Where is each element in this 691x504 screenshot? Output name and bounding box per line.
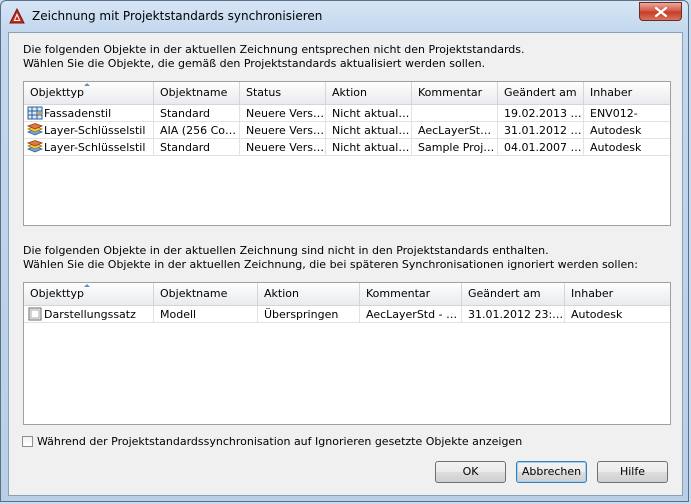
show-ignored-option[interactable]: Während der Projektstandardssynchronisat… [22,435,522,448]
cell-aktion[interactable]: Nicht aktuali… [326,139,412,156]
column-header-inhaber[interactable]: Inhaber [584,82,670,104]
autocad-app-icon [9,8,25,24]
table-row[interactable]: Layer-Schlüsselstil Standard Neuere Vers… [24,139,670,156]
cell-geaendert-am: 31.01.2012 … [498,122,584,139]
cell-objektname: Standard [154,105,240,122]
sort-ascending-icon [84,284,90,287]
close-icon [655,7,667,17]
column-header-inhaber[interactable]: Inhaber [565,283,670,305]
column-header-status[interactable]: Status [240,82,326,104]
column-header-kommentar[interactable]: Kommentar [412,82,498,104]
cell-geaendert-am: 19.02.2013 … [498,105,584,122]
cell-objekttyp: Layer-Schlüsselstil [44,124,146,137]
cancel-button[interactable]: Abbrechen [516,461,587,483]
cell-objekttyp: Fassadenstil [44,107,112,120]
table-row[interactable]: Fassadenstil Standard Neuere Version Nic… [24,105,670,122]
cell-aktion[interactable]: Nicht aktuali… [326,105,412,122]
close-button[interactable] [639,2,682,21]
cell-status: Neuere Version [240,139,326,156]
cell-kommentar: AecLayerStd - 2… [360,306,462,323]
cell-inhaber: Autodesk [584,139,670,156]
section1-line1: Die folgenden Objekte in der aktuellen Z… [23,43,525,56]
cell-objekttyp: Layer-Schlüsselstil [44,141,146,154]
column-header-objekttyp[interactable]: Objekttyp [24,82,154,104]
cell-inhaber: Autodesk [584,122,670,139]
dialog-client-area: Die folgenden Objekte in der aktuellen Z… [8,32,683,496]
column-header-aktion[interactable]: Aktion [258,283,360,305]
sort-ascending-icon [84,83,90,86]
section2-line1: Die folgenden Objekte in der aktuellen Z… [23,244,549,257]
section1-line2: Wählen Sie die Objekte, die gemäß den Pr… [23,57,486,70]
dialog-window: Zeichnung mit Projektstandards synchroni… [0,0,689,502]
table-header: Objekttyp Objektname Aktion Kommentar Ge… [24,283,670,306]
cell-objektname: Standard [154,139,240,156]
column-header-objektname[interactable]: Objektname [154,82,240,104]
section2-line2: Wählen Sie die Objekte in der aktuellen … [23,258,638,271]
cell-aktion[interactable]: Überspringen [258,306,360,323]
show-ignored-checkbox[interactable] [22,436,33,447]
help-button[interactable]: Hilfe [597,461,668,483]
window-title: Zeichnung mit Projektstandards synchroni… [32,9,323,23]
cell-inhaber: Autodesk [565,306,670,323]
table-row[interactable]: Darstellungssatz Modell Überspringen Aec… [24,306,670,323]
title-bar[interactable]: Zeichnung mit Projektstandards synchroni… [1,1,688,31]
ok-button[interactable]: OK [435,461,506,483]
cell-objekttyp: Darstellungssatz [44,308,136,321]
cell-status: Neuere Version [240,105,326,122]
table-row[interactable]: Layer-Schlüsselstil AIA (256 Col… Neuere… [24,122,670,139]
cell-geaendert-am: 31.01.2012 23:… [462,306,565,323]
cell-kommentar: Sample Proje… [412,139,498,156]
column-header-aktion[interactable]: Aktion [326,82,412,104]
cell-inhaber: ENV012- [584,105,670,122]
show-ignored-label: Während der Projektstandardssynchronisat… [37,435,523,448]
layer-key-style-icon [27,123,43,136]
nonconforming-objects-table[interactable]: Objekttyp Objektname Status Aktion Komme… [23,81,671,226]
column-header-geaendert-am[interactable]: Geändert am [498,82,584,104]
cell-objektname: Modell [154,306,258,323]
cell-geaendert-am: 04.01.2007 … [498,139,584,156]
column-header-kommentar[interactable]: Kommentar [360,283,462,305]
column-header-objektname[interactable]: Objektname [154,283,258,305]
layer-key-style-icon [27,140,43,153]
table-header: Objekttyp Objektname Status Aktion Komme… [24,82,670,105]
cell-objektname: AIA (256 Col… [154,122,240,139]
facade-style-icon [27,106,43,120]
cell-aktion[interactable]: Nicht aktuali… [326,122,412,139]
section1-description: Die folgenden Objekte in der aktuellen Z… [23,43,525,71]
column-header-geaendert-am[interactable]: Geändert am [462,283,565,305]
cell-kommentar: AecLayerStd… [412,122,498,139]
display-set-icon [28,307,42,321]
column-header-objekttyp[interactable]: Objekttyp [24,283,154,305]
section2-description: Die folgenden Objekte in der aktuellen Z… [23,244,638,272]
cell-kommentar [412,105,498,122]
ignored-objects-table[interactable]: Objekttyp Objektname Aktion Kommentar Ge… [23,282,671,425]
cell-status: Neuere Version [240,122,326,139]
